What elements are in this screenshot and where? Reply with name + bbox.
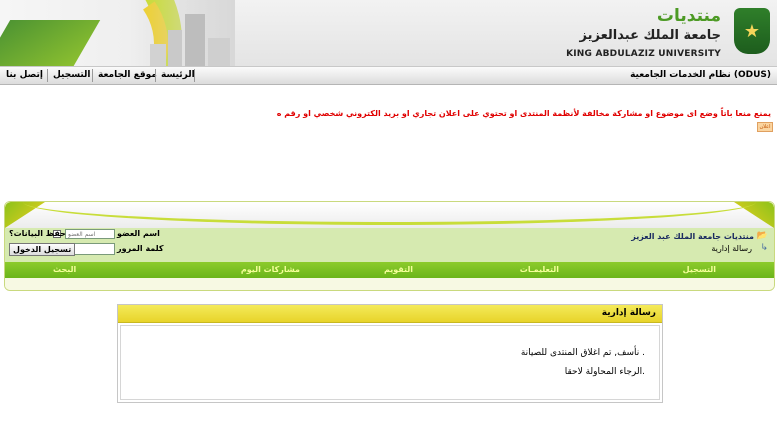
nav-register[interactable]: التسجيل xyxy=(53,70,91,80)
password-label: كلمة المرور xyxy=(117,244,164,253)
board-nav-bar: التسجيل التعليمـات التقويم مشاركات اليوم… xyxy=(5,262,774,278)
board-nav-search[interactable]: البحث xyxy=(53,265,76,274)
username-input[interactable] xyxy=(65,229,115,239)
board-nav-help[interactable]: التعليمـات xyxy=(520,265,559,274)
subforum-arrow-icon: ↳ xyxy=(760,243,768,253)
forum-rules-notice: يمنع منعا باتاً وضع اى موضوع او مشاركة م… xyxy=(276,109,771,118)
admin-message-header: رسالة إدارية xyxy=(118,305,662,323)
site-header: منتديات جامعة الملك عبدالعزيز KING ABDUL… xyxy=(0,0,777,66)
board-top-bar xyxy=(5,202,774,228)
university-name-english: KING ABDULAZIZ UNIVERSITY xyxy=(566,49,721,59)
login-button[interactable]: تسجيل الدخول xyxy=(9,243,76,256)
header-banner-art xyxy=(0,0,235,66)
site-title: منتديات xyxy=(656,6,721,26)
board-nav-todays-posts[interactable]: مشاركات اليوم xyxy=(241,265,300,274)
nav-contact[interactable]: إتصل بنا xyxy=(6,70,43,80)
advertisement-icon[interactable]: اعلان xyxy=(757,122,773,132)
forum-board: 📂 منتديات جامعة الملك عبد العزيز ↳ رسالة… xyxy=(4,201,775,291)
university-emblem-icon[interactable]: ★ xyxy=(734,8,770,54)
nav-university-site[interactable]: موقع الجامعة xyxy=(98,70,157,80)
admin-message-body: نأسف, تم اغلاق المنتدى للصيانة . الرجاء … xyxy=(120,325,660,400)
nav-home[interactable]: الرئيسة xyxy=(161,70,195,80)
admin-message-title: رسالة إدارية xyxy=(601,308,656,318)
maintenance-message: نأسف, تم اغلاق المنتدى للصيانة . xyxy=(520,348,645,358)
university-name-arabic: جامعة الملك عبدالعزيز xyxy=(579,28,721,43)
board-footer xyxy=(5,278,774,290)
retry-later-message: الرجاء المحاولة لاحقا. xyxy=(564,367,645,377)
nav-odus-services[interactable]: نظام الخدمات الجامعية (ODUS) xyxy=(630,70,771,80)
board-nav-calendar[interactable]: التقويم xyxy=(384,265,413,274)
board-info-row: 📂 منتديات جامعة الملك عبد العزيز ↳ رسالة… xyxy=(5,228,774,262)
breadcrumb-current-page: رسالة إدارية xyxy=(711,244,752,253)
username-label: اسم العضو xyxy=(117,229,160,238)
breadcrumb-forum-link[interactable]: منتديات جامعة الملك عبد العزيز xyxy=(631,232,754,241)
remember-me-label: حفظ البيانات؟ xyxy=(9,229,66,238)
forum-folder-icon: 📂 xyxy=(756,231,768,241)
board-nav-register[interactable]: التسجيل xyxy=(683,265,716,274)
top-nav: إتصل بنا التسجيل موقع الجامعة الرئيسة نظ… xyxy=(0,66,777,85)
admin-message-box: رسالة إدارية نأسف, تم اغلاق المنتدى للصي… xyxy=(117,304,663,403)
